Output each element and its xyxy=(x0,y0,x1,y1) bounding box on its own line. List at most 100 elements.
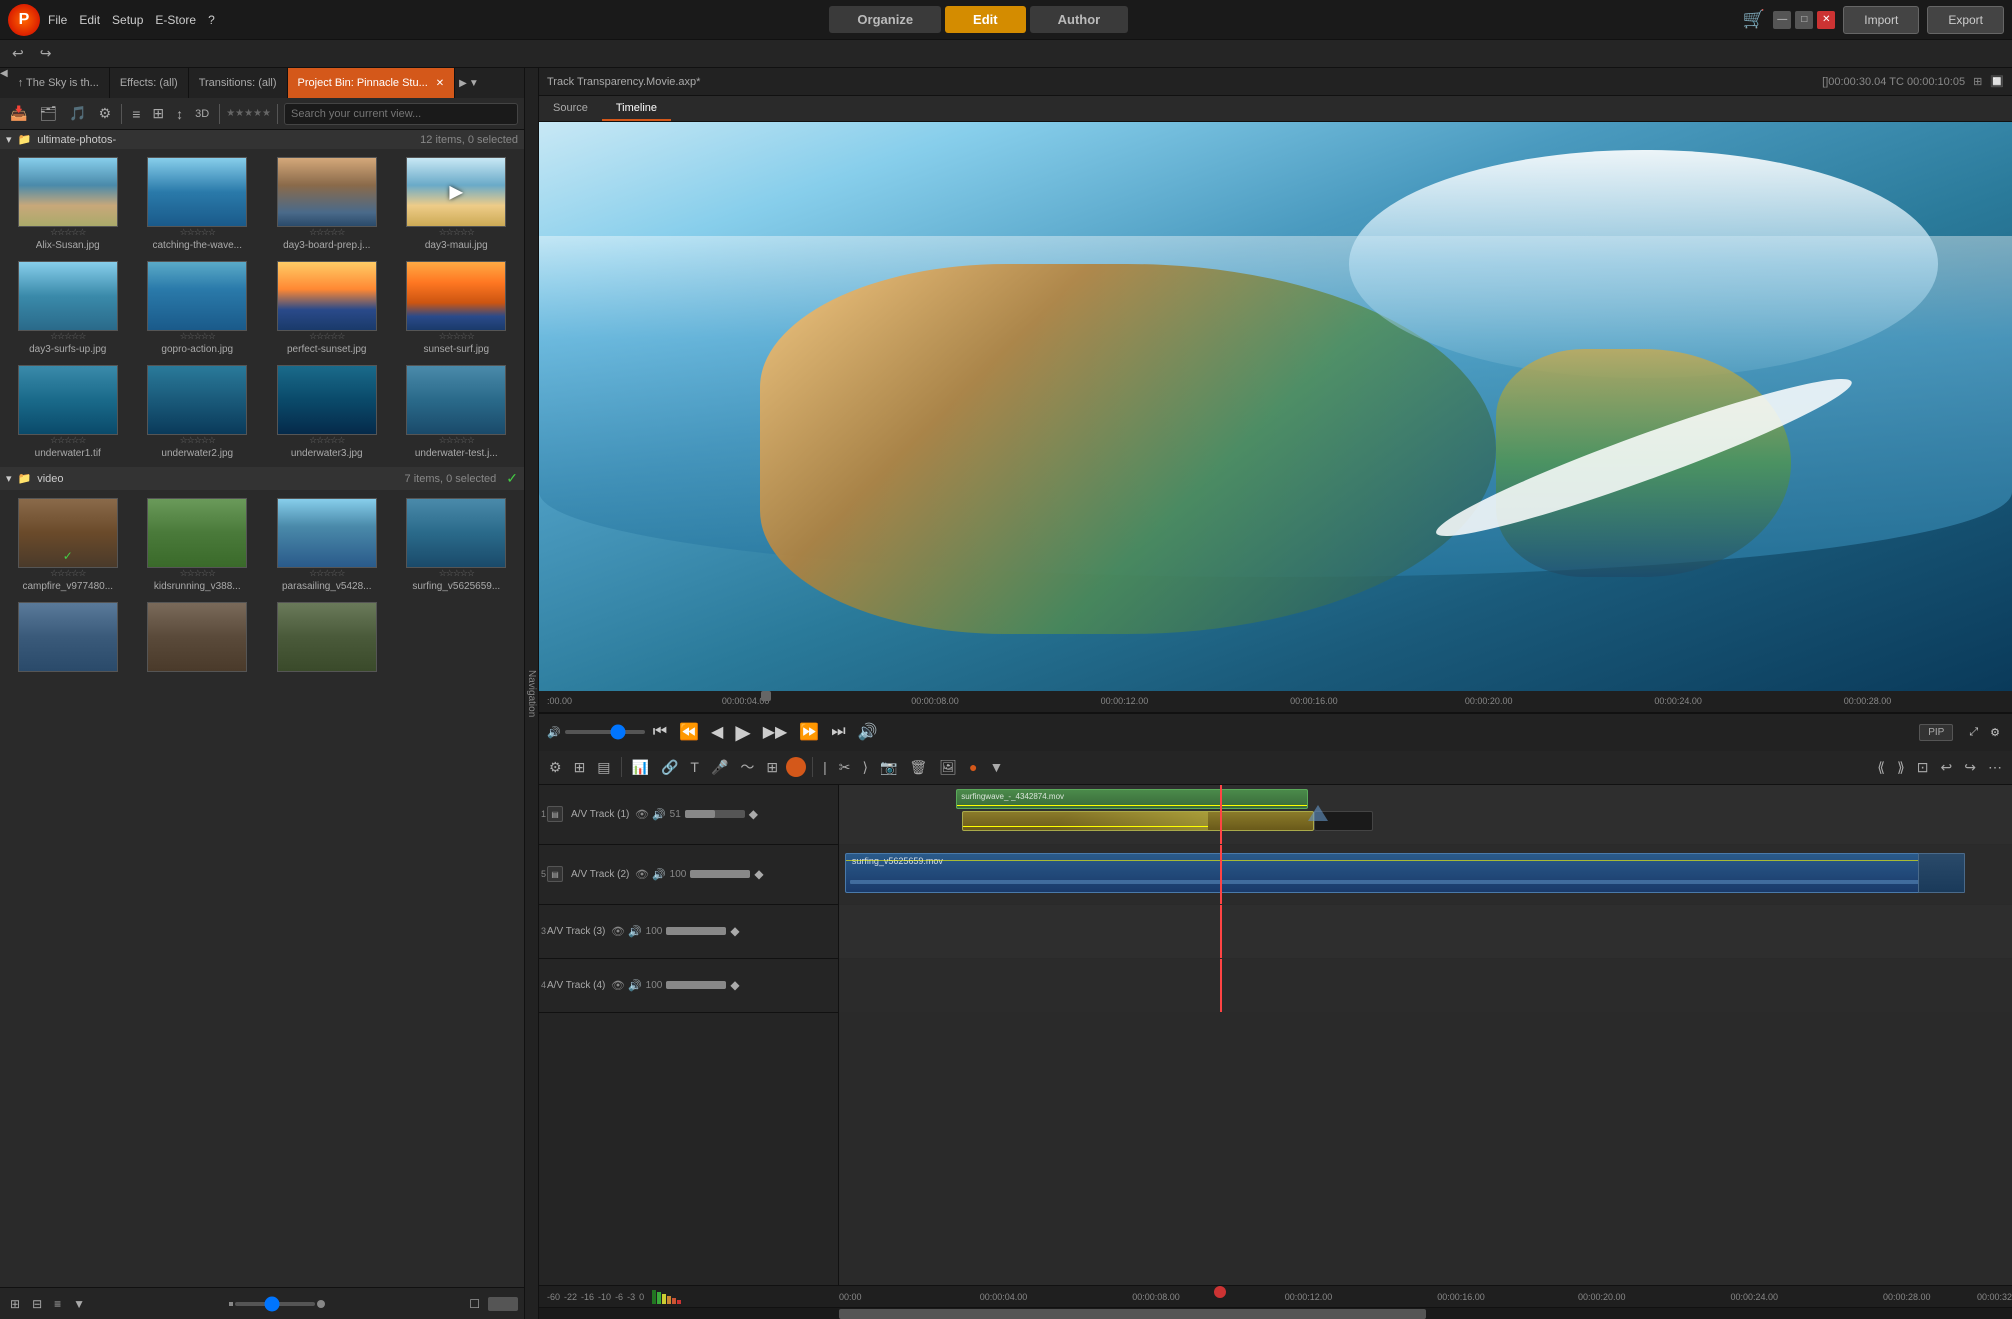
tool-sort[interactable]: ↕ xyxy=(172,104,187,124)
minimize-button[interactable]: — xyxy=(1773,11,1791,29)
track-1-diamond[interactable]: ◆ xyxy=(749,807,758,821)
menu-help[interactable]: ? xyxy=(208,13,215,27)
tab-sky[interactable]: ↑ The Sky is th... xyxy=(8,68,110,98)
file-item-day3-surfs-up[interactable]: ☆☆☆☆☆ day3-surfs-up.jpg xyxy=(4,257,132,359)
track-2-mute-btn[interactable]: 🔊 xyxy=(652,868,666,881)
file-item-alix-susan[interactable]: ☆☆☆☆☆ Alix-Susan.jpg xyxy=(4,153,132,255)
bc-checkbox-btn[interactable]: ☐ xyxy=(465,1295,484,1313)
scrollbar-track[interactable] xyxy=(839,1308,2012,1319)
import-button[interactable]: Import xyxy=(1843,6,1919,34)
video-tab-timeline[interactable]: Timeline xyxy=(602,96,671,121)
transport-end-btn[interactable]: ⏭ xyxy=(827,721,849,743)
tab-effects[interactable]: Effects: (all) xyxy=(110,68,189,98)
photos-section-header[interactable]: ▾ 📁 ultimate-photos- 12 items, 0 selecte… xyxy=(0,130,524,149)
bc-thumbs-btn[interactable]: ⊟ xyxy=(28,1295,46,1313)
clip-green-track1[interactable]: surfingwave_-_4342874.mov xyxy=(956,789,1308,809)
file-item-gopro-action[interactable]: ☆☆☆☆☆ gopro-action.jpg xyxy=(134,257,262,359)
track-1-vol-slider[interactable] xyxy=(685,810,745,818)
track-4-vol-slider[interactable] xyxy=(666,981,726,989)
pip-button[interactable]: PIP xyxy=(1919,724,1953,741)
cart-icon[interactable]: 🛒 xyxy=(1743,9,1765,30)
track-4-eye-btn[interactable]: 👁 xyxy=(611,979,625,992)
tl-tracks-btn[interactable]: ⊞ xyxy=(570,757,590,778)
track-2-timeline[interactable]: surfing_v5625659.mov xyxy=(839,845,2012,905)
mode-organize[interactable]: Organize xyxy=(829,6,941,33)
navigation-sidebar[interactable]: Navigation xyxy=(525,68,539,1319)
tl-text-btn[interactable]: T xyxy=(686,757,703,777)
menu-setup[interactable]: Setup xyxy=(112,13,143,27)
tab-right-arrow[interactable]: ▶ xyxy=(459,78,467,89)
file-item-kidsrunning[interactable]: ☆☆☆☆☆ kidsrunning_v388... xyxy=(134,494,262,596)
tl-in-btn[interactable]: ⟩ xyxy=(859,757,872,778)
tl-vol-btn[interactable]: 〜 xyxy=(736,755,758,779)
tl-cursor-btn[interactable]: | xyxy=(819,757,831,777)
transport-step-back-btn[interactable]: ⏪ xyxy=(675,720,703,744)
tab-project-bin[interactable]: Project Bin: Pinnacle Stu... ✕ xyxy=(288,68,456,98)
file-item-video7[interactable] xyxy=(263,598,391,678)
menu-edit[interactable]: Edit xyxy=(79,13,100,27)
search-input[interactable] xyxy=(284,103,518,125)
redo-button[interactable]: ↪ xyxy=(36,43,56,64)
menu-file[interactable]: File xyxy=(48,13,67,27)
bc-list-btn[interactable]: ≡ xyxy=(50,1295,65,1313)
tl-orange2-btn[interactable]: ● xyxy=(965,757,981,777)
file-item-parasailing[interactable]: ☆☆☆☆☆ parasailing_v5428... xyxy=(263,494,391,596)
tl-dropdown-btn[interactable]: ▼ xyxy=(985,757,1007,777)
track-3-vol-slider[interactable] xyxy=(666,927,726,935)
track-1-mute-btn[interactable]: 🔊 xyxy=(652,808,666,821)
transport-play-btn[interactable]: ▶ xyxy=(731,718,754,747)
tab-close-icon[interactable]: ✕ xyxy=(436,78,444,89)
track-4-mute-btn[interactable]: 🔊 xyxy=(628,979,642,992)
clip-blue-track2[interactable]: surfing_v5625659.mov xyxy=(845,853,1959,893)
tl-fit-btn[interactable]: ⊡ xyxy=(1913,757,1933,778)
tl-trim-btn[interactable]: ✂ xyxy=(835,757,855,778)
tl-camera-btn[interactable]: 📷 xyxy=(876,757,901,778)
tool-settings-btn[interactable]: ⚙ xyxy=(95,103,116,124)
close-button[interactable]: ✕ xyxy=(1817,11,1835,29)
file-item-video5[interactable] xyxy=(4,598,132,678)
tl-link-btn[interactable]: 🔗 xyxy=(657,757,682,778)
tl-trash-btn[interactable]: 🗑 xyxy=(905,757,931,778)
track-3-timeline[interactable] xyxy=(839,905,2012,959)
bottom-playhead[interactable] xyxy=(1214,1286,1226,1298)
file-item-underwater2[interactable]: ☆☆☆☆☆ underwater2.jpg xyxy=(134,361,262,463)
star-filter[interactable]: ★★★★★ xyxy=(226,108,271,119)
clip-gold-track1[interactable] xyxy=(962,811,1314,831)
file-item-sunset-surf[interactable]: ☆☆☆☆☆ sunset-surf.jpg xyxy=(393,257,521,359)
track-3-eye-btn[interactable]: 👁 xyxy=(611,925,625,938)
track-2-vol-slider[interactable] xyxy=(690,870,750,878)
track-4-timeline[interactable] xyxy=(839,959,2012,1013)
tool-list-view[interactable]: ≡ xyxy=(128,104,144,124)
tool-audio-btn[interactable]: 🎵 xyxy=(65,103,90,124)
maximize-button[interactable]: □ xyxy=(1795,11,1813,29)
tl-zoom-out-btn[interactable]: ⟪ xyxy=(1873,757,1889,778)
tl-orange-btn[interactable] xyxy=(786,757,806,777)
mode-edit[interactable]: Edit xyxy=(945,6,1026,33)
transport-step-fwd-btn[interactable]: ⏩ xyxy=(795,720,823,744)
file-item-video6[interactable] xyxy=(134,598,262,678)
file-item-campfire[interactable]: ✓ ☆☆☆☆☆ campfire_v977480... xyxy=(4,494,132,596)
video-section-header[interactable]: ▾ 📁 video 7 items, 0 selected ✓ xyxy=(0,467,524,490)
thumb-size-slider[interactable] xyxy=(235,1302,315,1306)
file-item-underwater1[interactable]: ☆☆☆☆☆ underwater1.tif xyxy=(4,361,132,463)
video-tab-source[interactable]: Source xyxy=(539,96,602,121)
file-item-underwater-test[interactable]: ☆☆☆☆☆ underwater-test.j... xyxy=(393,361,521,463)
menu-estore[interactable]: E-Store xyxy=(155,13,196,27)
track-1-timeline[interactable]: surfingwave_-_4342874.mov xyxy=(839,785,2012,845)
file-item-underwater3[interactable]: ☆☆☆☆☆ underwater3.jpg xyxy=(263,361,391,463)
track-expand-2[interactable]: ▤ xyxy=(547,866,563,882)
file-item-day3-maui[interactable]: ▶ ☆☆☆☆☆ day3-maui.jpg xyxy=(393,153,521,255)
transport-rewind-btn[interactable]: ⏮ xyxy=(649,721,671,743)
tl-bar-chart-btn[interactable]: 📊 xyxy=(628,757,653,778)
file-item-day3-board[interactable]: ☆☆☆☆☆ day3-board-prep.j... xyxy=(263,153,391,255)
bc-layout-btn[interactable]: ⊞ xyxy=(6,1295,24,1313)
transport-expand-btn[interactable]: ⤢ xyxy=(1965,724,1982,741)
tl-group-btn[interactable]: ▤ xyxy=(593,757,614,778)
tool-import-btn[interactable]: 📥 xyxy=(6,103,31,124)
track-3-diamond[interactable]: ◆ xyxy=(730,924,739,938)
export-button[interactable]: Export xyxy=(1927,6,2004,34)
mode-author[interactable]: Author xyxy=(1030,6,1129,33)
track-3-mute-btn[interactable]: 🔊 xyxy=(628,925,642,938)
tool-3d-label[interactable]: 3D xyxy=(191,106,213,122)
track-expand-1[interactable]: ▤ xyxy=(547,806,563,822)
